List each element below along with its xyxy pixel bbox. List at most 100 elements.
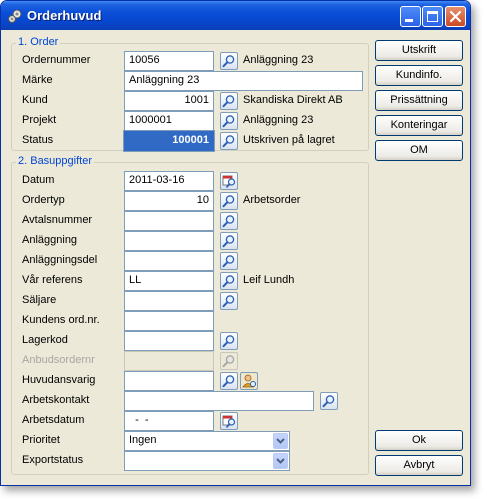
arbetsdatum-label: Arbetsdatum [22, 414, 85, 426]
kund-info: Skandiska Direkt AB [243, 94, 343, 106]
datum-calendar-button[interactable] [220, 172, 238, 190]
prioritet-label: Prioritet [22, 434, 60, 446]
var-referens-label: Vår referens [22, 274, 83, 286]
ordernummer-search-button[interactable] [220, 52, 238, 70]
order-group-legend: 1. Order [16, 36, 61, 48]
search-icon [222, 115, 235, 128]
avtalsnummer-field[interactable] [124, 211, 214, 231]
arbetskontakt-field[interactable] [124, 391, 314, 411]
lagerkod-field[interactable] [124, 331, 214, 351]
arbetskontakt-search-button[interactable] [320, 392, 338, 410]
search-icon [222, 55, 235, 68]
title-bar[interactable]: Orderhuvud [1, 1, 470, 30]
person-search-icon [242, 374, 256, 388]
anlaggning-label: Anläggning [22, 234, 78, 246]
search-icon [222, 295, 235, 308]
anlaggningsdel-label: Anläggningsdel [22, 254, 98, 266]
huvudansvarig-label: Huvudansvarig [22, 374, 96, 386]
utskrift-button[interactable]: Utskrift [375, 40, 463, 61]
maximize-button[interactable] [422, 6, 443, 27]
avbryt-button[interactable]: Avbryt [375, 455, 463, 476]
search-icon [222, 275, 235, 288]
huvudansvarig-field[interactable] [124, 371, 214, 391]
saljare-search-button[interactable] [220, 292, 238, 310]
datum-label: Datum [22, 174, 55, 186]
prissattning-button[interactable]: Prissättning [375, 90, 463, 111]
search-icon [222, 95, 235, 108]
avtalsnummer-label: Avtalsnummer [22, 214, 93, 226]
ordernummer-field[interactable]: 10056 [124, 51, 214, 71]
anlaggningsdel-field[interactable] [124, 251, 214, 271]
ordertyp-info: Arbetsorder [243, 194, 301, 206]
search-icon [222, 335, 235, 348]
var-referens-search-button[interactable] [220, 272, 238, 290]
order-header-window: Orderhuvud 1. Order Ordernummer 10056 An… [0, 0, 471, 486]
search-icon [222, 215, 235, 228]
projekt-label: Projekt [22, 114, 57, 126]
anbudsordernr-label: Anbudsordernr [22, 354, 95, 366]
kund-field[interactable]: 1001 [124, 91, 214, 111]
ordertyp-search-button[interactable] [220, 192, 238, 210]
konteringar-button[interactable]: Konteringar [375, 115, 463, 136]
arbetsdatum-field[interactable]: - - [124, 411, 214, 431]
kundens-ordnr-field[interactable] [124, 311, 214, 331]
calendar-search-icon [222, 175, 236, 188]
anbudsordernr-search-button [220, 352, 238, 370]
huvudansvarig-person-button[interactable] [240, 372, 258, 390]
prioritet-selected-value: Ingen [129, 434, 157, 446]
saljare-field[interactable] [124, 291, 214, 311]
search-icon [222, 195, 235, 208]
projekt-search-button[interactable] [220, 112, 238, 130]
anlaggning-field[interactable] [124, 231, 214, 251]
ordertyp-field[interactable]: 10 [124, 191, 214, 211]
avtalsnummer-search-button[interactable] [220, 212, 238, 230]
kundinfo-button[interactable]: Kundinfo. [375, 65, 463, 86]
close-button[interactable] [445, 6, 466, 27]
ok-button[interactable]: Ok [375, 430, 463, 451]
search-icon [222, 135, 235, 148]
search-icon [222, 355, 235, 368]
chevron-down-icon [276, 458, 285, 464]
status-label: Status [22, 134, 54, 146]
search-icon [322, 395, 335, 408]
kundens-ordnr-label: Kundens ord.nr. [22, 314, 100, 326]
minimize-icon [405, 19, 413, 22]
kund-search-button[interactable] [220, 92, 238, 110]
search-icon [222, 255, 235, 268]
exportstatus-dropdown-button[interactable] [273, 453, 288, 469]
kund-label: Kund [22, 94, 48, 106]
var-referens-info: Leif Lundh [243, 274, 295, 286]
ordernummer-label: Ordernummer [22, 54, 91, 66]
datum-field[interactable]: 2011-03-16 [124, 171, 214, 191]
om-button[interactable]: OM [375, 140, 463, 161]
basuppgifter-group-legend: 2. Basuppgifter [16, 155, 94, 167]
lagerkod-search-button[interactable] [220, 332, 238, 350]
exportstatus-select[interactable] [124, 451, 290, 471]
var-referens-field[interactable]: LL [124, 271, 214, 291]
prioritet-select[interactable]: Ingen [124, 431, 290, 451]
status-info: Utskriven på lagret [243, 134, 335, 146]
app-icon [8, 9, 22, 23]
close-icon [449, 10, 462, 23]
projekt-field[interactable]: 1000001 [124, 111, 214, 131]
arbetskontakt-label: Arbetskontakt [22, 394, 90, 406]
arbetsdatum-calendar-button[interactable] [220, 412, 238, 430]
maximize-icon [427, 11, 438, 22]
ordernummer-info: Anläggning 23 [243, 54, 314, 66]
window-title: Orderhuvud [27, 8, 102, 23]
anlaggning-search-button[interactable] [220, 232, 238, 250]
chevron-down-icon [276, 438, 285, 444]
saljare-label: Säljare [22, 294, 57, 306]
ordertyp-label: Ordertyp [22, 194, 65, 206]
anlaggningsdel-search-button[interactable] [220, 252, 238, 270]
search-icon [222, 375, 235, 388]
minimize-button[interactable] [400, 6, 421, 27]
huvudansvarig-search-button[interactable] [220, 372, 238, 390]
lagerkod-label: Lagerkod [22, 334, 68, 346]
marke-label: Märke [22, 74, 53, 86]
prioritet-dropdown-button[interactable] [273, 433, 288, 449]
marke-field[interactable]: Anläggning 23 [124, 71, 363, 91]
search-icon [222, 235, 235, 248]
status-search-button[interactable] [220, 132, 238, 150]
status-field[interactable]: 100001 [123, 130, 215, 152]
